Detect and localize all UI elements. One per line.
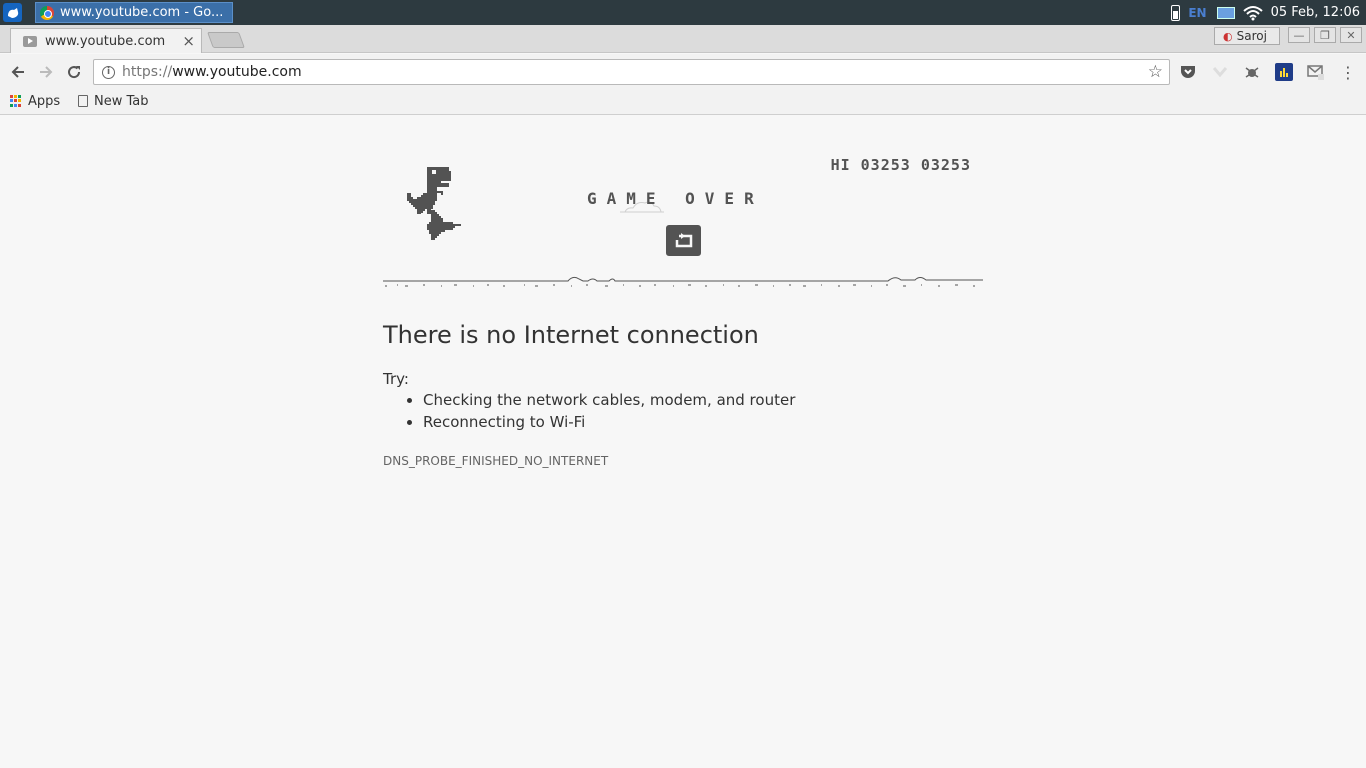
new-tab-button[interactable]	[207, 32, 245, 48]
browser-toolbar: i https:// www.youtube.com ☆ ⋮	[0, 54, 1366, 90]
taskbar-window-button[interactable]: www.youtube.com - Go...	[35, 2, 233, 23]
close-window-button[interactable]: ✕	[1340, 27, 1362, 43]
url-scheme: https://	[122, 64, 173, 80]
os-taskbar: www.youtube.com - Go... EN 05 Feb, 12:06	[0, 0, 1366, 25]
trex-icon	[407, 167, 451, 214]
forward-button[interactable]	[36, 62, 56, 82]
bookmark-label: Apps	[28, 93, 61, 109]
dino-game-canvas[interactable]: HI 03253 03253 GAME OVER	[383, 155, 983, 295]
restart-icon	[675, 232, 692, 247]
restart-button[interactable]	[666, 225, 701, 256]
chrome-icon	[40, 5, 54, 20]
bug-extension-icon[interactable]	[1243, 63, 1261, 81]
chrome-menu-icon[interactable]: ⋮	[1339, 63, 1357, 82]
minimize-button[interactable]: —	[1288, 27, 1310, 43]
suggestion-item: Checking the network cables, modem, and …	[423, 391, 795, 409]
suggestions-block: Try: Checking the network cables, modem,…	[383, 370, 795, 435]
suggestion-item: Reconnecting to Wi-Fi	[423, 413, 795, 431]
browser-tab[interactable]: www.youtube.com ×	[10, 28, 202, 53]
error-title: There is no Internet connection	[383, 321, 759, 349]
error-code: DNS_PROBE_FINISHED_NO_INTERNET	[383, 454, 609, 468]
bookmarks-bar: Apps New Tab	[0, 90, 1366, 115]
browser-tabstrip: www.youtube.com × ◐ Saroj — ❐ ✕	[0, 25, 1366, 53]
arrow-left-icon	[11, 66, 24, 78]
page-content: HI 03253 03253 GAME OVER There is no Int…	[0, 115, 1366, 768]
apps-grid-icon	[10, 95, 22, 107]
reload-icon	[68, 66, 81, 79]
clock[interactable]: 05 Feb, 12:06	[1271, 5, 1360, 20]
close-tab-icon[interactable]: ×	[182, 32, 195, 50]
arrow-right-icon	[40, 66, 53, 78]
app-menu-icon[interactable]	[3, 3, 22, 22]
bookmark-apps[interactable]: Apps	[10, 92, 60, 110]
system-tray: EN 05 Feb, 12:06	[1171, 0, 1366, 25]
battery-icon[interactable]	[1171, 4, 1181, 21]
pocket-extension-icon[interactable]	[1179, 63, 1197, 81]
profile-button[interactable]: ◐ Saroj	[1214, 27, 1280, 45]
url-host: www.youtube.com	[172, 64, 302, 80]
page-icon	[78, 95, 88, 107]
ground-line	[383, 276, 983, 287]
bookmark-label: New Tab	[94, 93, 149, 109]
address-bar[interactable]: i https:// www.youtube.com ☆	[93, 59, 1170, 85]
youtube-favicon-icon	[23, 35, 37, 47]
back-button[interactable]	[8, 62, 28, 82]
keyboard-layout-indicator[interactable]: EN	[1188, 6, 1206, 20]
game-over-text: GAME OVER	[587, 189, 764, 208]
suggestions-list: Checking the network cables, modem, and …	[423, 391, 795, 431]
try-label: Try:	[383, 370, 409, 388]
profile-icon: ◐	[1223, 29, 1233, 43]
network-icon[interactable]	[1215, 5, 1235, 21]
tab-title: www.youtube.com	[45, 33, 166, 49]
maximize-button[interactable]: ❐	[1314, 27, 1336, 43]
bookmark-new-tab[interactable]: New Tab	[78, 92, 149, 110]
pterodactyl-icon	[427, 210, 461, 240]
gmail-extension-icon[interactable]	[1307, 63, 1325, 81]
chart-extension-icon[interactable]	[1275, 63, 1293, 81]
reload-button[interactable]	[64, 62, 84, 82]
taskbar-window-title: www.youtube.com - Go...	[60, 5, 224, 20]
wifi-icon[interactable]	[1242, 5, 1263, 21]
score-display: HI 03253 03253	[830, 156, 971, 174]
disabled-extension-icon[interactable]	[1211, 63, 1229, 81]
bookmark-star-icon[interactable]: ☆	[1148, 62, 1163, 82]
profile-name: Saroj	[1236, 29, 1267, 43]
info-icon[interactable]: i	[102, 65, 115, 79]
